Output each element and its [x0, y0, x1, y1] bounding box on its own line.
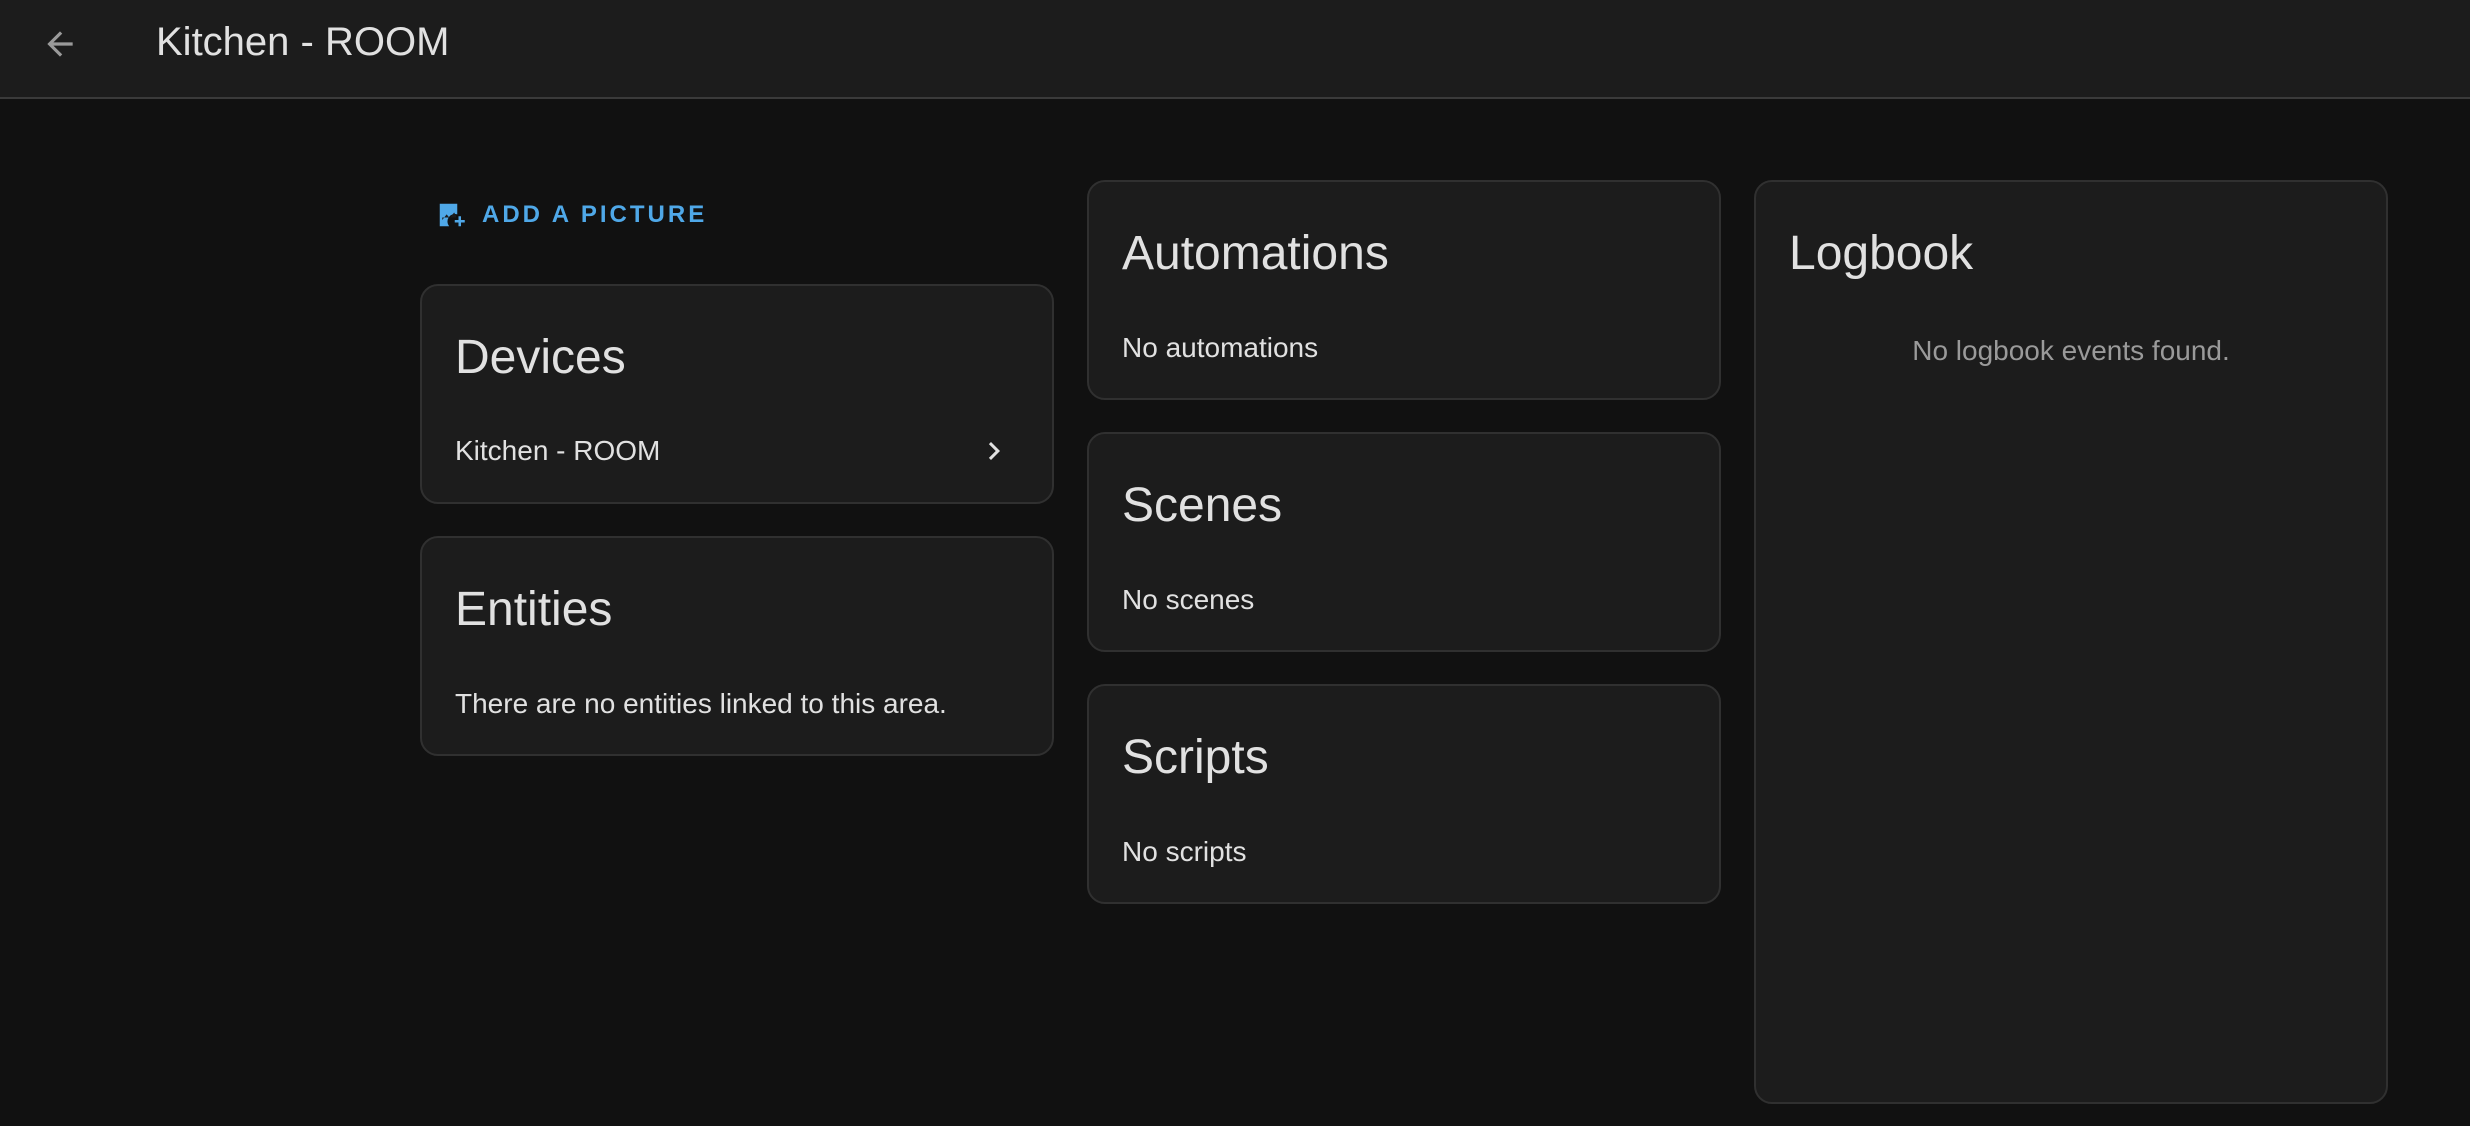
scripts-card-title: Scripts — [1122, 731, 1269, 784]
add-picture-label: ADD A PICTURE — [482, 201, 708, 228]
devices-card: Devices Kitchen - ROOM — [420, 284, 1054, 504]
arrow-left-icon — [47, 31, 73, 57]
scripts-empty-text: No scripts — [1122, 836, 1247, 867]
image-plus-icon — [439, 203, 465, 227]
page-title: Kitchen - ROOM — [156, 20, 450, 64]
scenes-card-title: Scenes — [1122, 479, 1283, 532]
automations-card: Automations No automations — [1087, 180, 1721, 400]
logbook-card: Logbook No logbook events found. — [1754, 180, 2388, 1104]
automations-empty-text: No automations — [1122, 332, 1319, 363]
logbook-card-title: Logbook — [1789, 227, 1974, 280]
device-row-kitchen-room[interactable]: Kitchen - ROOM — [422, 416, 1052, 486]
entities-card-title: Entities — [455, 583, 613, 636]
top-app-bar: Kitchen - ROOM — [0, 0, 2470, 99]
scenes-empty-text: No scenes — [1122, 584, 1255, 615]
entities-card: Entities There are no entities linked to… — [420, 536, 1054, 756]
entities-empty-text: There are no entities linked to this are… — [455, 688, 947, 719]
logbook-empty-text: No logbook events found. — [1912, 335, 2230, 366]
chevron-right-icon — [988, 442, 1000, 460]
automations-card-title: Automations — [1122, 227, 1389, 280]
add-picture-button[interactable]: ADD A PICTURE — [436, 195, 707, 235]
devices-card-title: Devices — [455, 331, 626, 384]
scripts-card: Scripts No scripts — [1087, 684, 1721, 904]
scenes-card: Scenes No scenes — [1087, 432, 1721, 652]
back-button[interactable] — [32, 16, 88, 72]
device-name: Kitchen - ROOM — [455, 435, 661, 466]
